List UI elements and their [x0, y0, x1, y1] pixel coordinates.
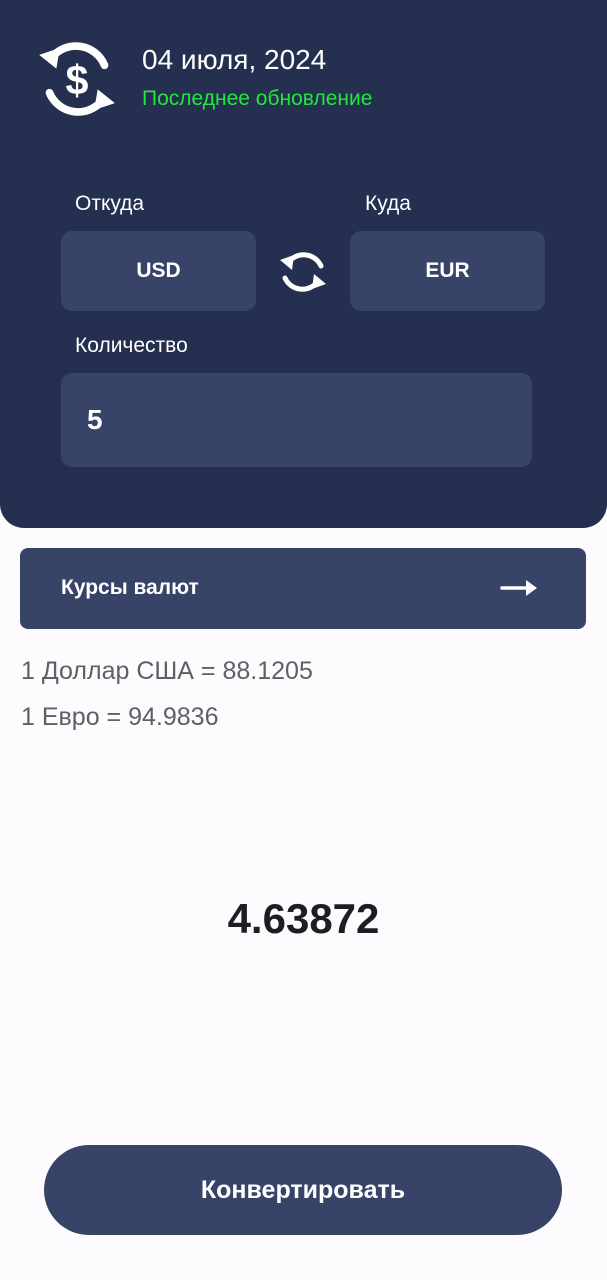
convert-button[interactable]: Конвертировать	[44, 1145, 562, 1235]
to-currency-value: EUR	[425, 259, 470, 282]
from-label: Откуда	[75, 192, 145, 215]
header-panel: $ 04 июля, 2024 Последнее обновление Отк…	[0, 0, 607, 528]
amount-label: Количество	[75, 334, 188, 357]
amount-value: 5	[87, 404, 103, 435]
conversion-result: 4.63872	[227, 895, 380, 942]
exchange-rates-button[interactable]: Курсы валют	[20, 548, 586, 629]
rate-line-usd: 1 Доллар США = 88.1205	[21, 657, 313, 685]
from-currency-button[interactable]: USD	[61, 231, 256, 311]
currency-exchange-icon: $	[39, 42, 115, 116]
svg-text:$: $	[66, 57, 89, 103]
amount-input[interactable]: 5	[61, 373, 532, 467]
to-label: Куда	[365, 192, 411, 215]
to-currency-button[interactable]: EUR	[350, 231, 545, 311]
convert-button-label: Конвертировать	[200, 1175, 406, 1204]
update-date: 04 июля, 2024	[142, 44, 327, 75]
from-currency-value: USD	[136, 259, 181, 282]
exchange-rates-title: Курсы валют	[61, 576, 199, 599]
swap-arrows-icon[interactable]	[277, 246, 329, 298]
last-update-label: Последнее обновление	[142, 87, 373, 110]
rate-line-eur: 1 Евро = 94.9836	[21, 703, 219, 731]
arrow-right-icon	[500, 580, 537, 596]
